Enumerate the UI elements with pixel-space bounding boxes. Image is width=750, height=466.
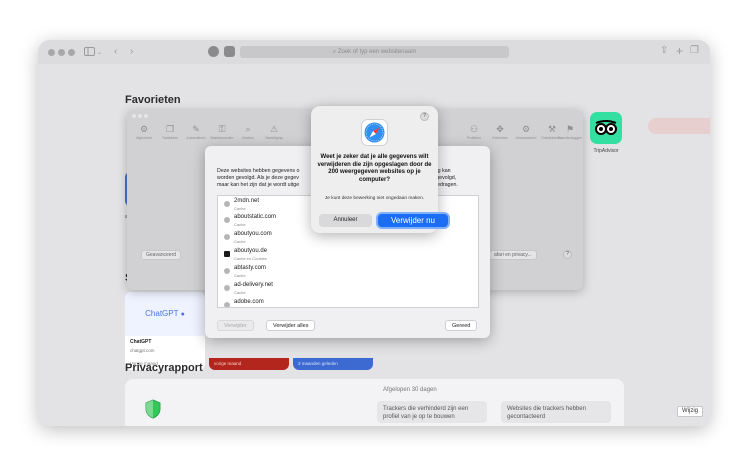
close-window-button[interactable]: [48, 49, 55, 56]
privacy-report-heading: Privacyrapport: [125, 362, 203, 374]
safari-window: ⌄ ‹ › ⌕ Zoek of typ een websitenaam ⇪ + …: [38, 40, 710, 426]
list-item[interactable]: abtasty.com Cache: [224, 265, 474, 282]
advanced-button[interactable]: Geavanceerd: [141, 250, 182, 260]
tab-beveiliging[interactable]: Beveiliging: [261, 136, 287, 140]
tab-overview-icon[interactable]: ❐: [690, 46, 699, 56]
sites-with-trackers: Websites die trackers hebben gecontactee…: [501, 401, 611, 423]
sheet-desc-line3: maar kan het zijn dat je wordt uitge: [217, 182, 300, 188]
sidebar-icon[interactable]: [84, 47, 95, 59]
tab-geavanceerd[interactable]: Geavanceerd: [513, 136, 539, 140]
back-button[interactable]: ‹: [114, 47, 117, 57]
alert-help-button[interactable]: ?: [420, 112, 429, 121]
gear-icon[interactable]: ⚙: [131, 124, 157, 135]
list-item[interactable]: adobe.com: [224, 299, 474, 307]
page-menu-icon[interactable]: [224, 46, 235, 57]
zoom-window-button[interactable]: [68, 49, 75, 56]
address-bar[interactable]: ⌕ Zoek of typ een websitenaam: [240, 46, 509, 58]
chevron-down-icon[interactable]: ⌄: [97, 48, 102, 58]
tab-algemeen[interactable]: Algemeen: [131, 136, 157, 140]
safari-privacy-button[interactable]: afari en privacy...: [489, 250, 537, 260]
new-tab-button[interactable]: +: [676, 45, 683, 57]
trackers-prevented: Trackers die verhinderd zijn een profiel…: [377, 401, 487, 423]
recent-card-blue[interactable]: 3 maanden geleden: [293, 358, 373, 370]
favorite-partial-right: [648, 118, 710, 134]
favorites-heading: Favorieten: [125, 94, 181, 106]
share-icon[interactable]: ⇪: [660, 46, 668, 56]
chatgpt-title: ChatGPT: [130, 339, 152, 345]
remove-button[interactable]: Verwijder: [217, 320, 254, 331]
sheet-desc-line1: Deze websites hebben gegevens o: [217, 168, 300, 174]
lock-icon[interactable]: ⚠: [261, 124, 287, 135]
cancel-button[interactable]: Annuleer: [319, 214, 372, 227]
extensions-icon[interactable]: ✥: [487, 124, 513, 135]
recent-card-red[interactable]: vorige maand: [209, 358, 289, 370]
chatgpt-logo: ChatGPT ●: [125, 292, 205, 336]
preferences-help-button[interactable]: ?: [563, 250, 572, 259]
autofill-icon[interactable]: ✎: [183, 124, 209, 135]
toolbar: ⌄ ‹ › ⌕ Zoek of typ een websitenaam ⇪ + …: [38, 40, 710, 64]
favorite-tripadvisor[interactable]: [590, 112, 622, 144]
edit-button[interactable]: Wijzig: [677, 406, 703, 417]
tab-functievlaggen[interactable]: Functievlaggen: [557, 136, 583, 140]
advanced-icon[interactable]: ⚙: [513, 124, 539, 135]
sheet-desc-line2: worden gevolgd. Als je deze gegev: [217, 175, 299, 181]
chatgpt-url: chatgpt.com: [130, 348, 155, 353]
alert-info: Je kunt deze bewerking niet ongedaan mak…: [324, 196, 425, 201]
address-placeholder: Zoek of typ een websitenaam: [337, 49, 417, 55]
key-icon[interactable]: ⚿: [209, 124, 235, 135]
flags-icon[interactable]: ⚑: [557, 124, 583, 135]
tab-tabbladen[interactable]: Tabbladen: [157, 136, 183, 140]
remove-all-button[interactable]: Verwijder alles: [266, 320, 316, 331]
privacy-period: Afgelopen 30 dagen: [383, 387, 437, 393]
tab-automatisch[interactable]: Automatisch: [183, 136, 209, 140]
profiles-icon[interactable]: ⚇: [461, 124, 487, 135]
tabs-icon[interactable]: ❐: [157, 124, 183, 135]
minimize-window-button[interactable]: [58, 49, 65, 56]
forward-button[interactable]: ›: [130, 47, 133, 57]
tab-wachtwoorden[interactable]: Wachtwoorden: [209, 136, 235, 140]
recent-card-chatgpt[interactable]: ChatGPT ● ChatGPT chatgpt.com Vorige maa…: [125, 292, 205, 370]
alert-title: Weet je zeker dat je alle gegevens wilt …: [317, 154, 432, 183]
tab-zoeken[interactable]: Zoeken: [235, 136, 261, 140]
list-item[interactable]: aboutyou.com Cache: [224, 231, 474, 248]
tab-profielen[interactable]: Profielen: [461, 136, 487, 140]
confirm-alert: ? Weet je zeker dat je alle gegevens wil…: [311, 106, 450, 233]
tripadvisor-icon: [595, 120, 617, 135]
safari-compass-icon: [361, 119, 388, 146]
privacy-report-card[interactable]: Afgelopen 30 dagen Trackers die verhinde…: [125, 379, 624, 426]
done-button[interactable]: Gereed: [445, 320, 478, 331]
favorite-label-tripadvisor: TripAdvisor: [593, 148, 619, 154]
shield-icon: [145, 399, 161, 419]
list-item[interactable]: aboutyou.de Cache en Cookies: [224, 248, 474, 265]
remove-now-button[interactable]: Verwijder nu: [376, 212, 450, 229]
search-icon[interactable]: ⌕: [235, 124, 261, 135]
profile-icon[interactable]: [208, 46, 219, 57]
start-page: Favorieten n TripAdvisor a S ChatGPT ● C…: [38, 64, 710, 426]
tab-extensies[interactable]: Extensies: [487, 136, 513, 140]
list-item[interactable]: ad-delivery.net Cache: [224, 282, 474, 299]
